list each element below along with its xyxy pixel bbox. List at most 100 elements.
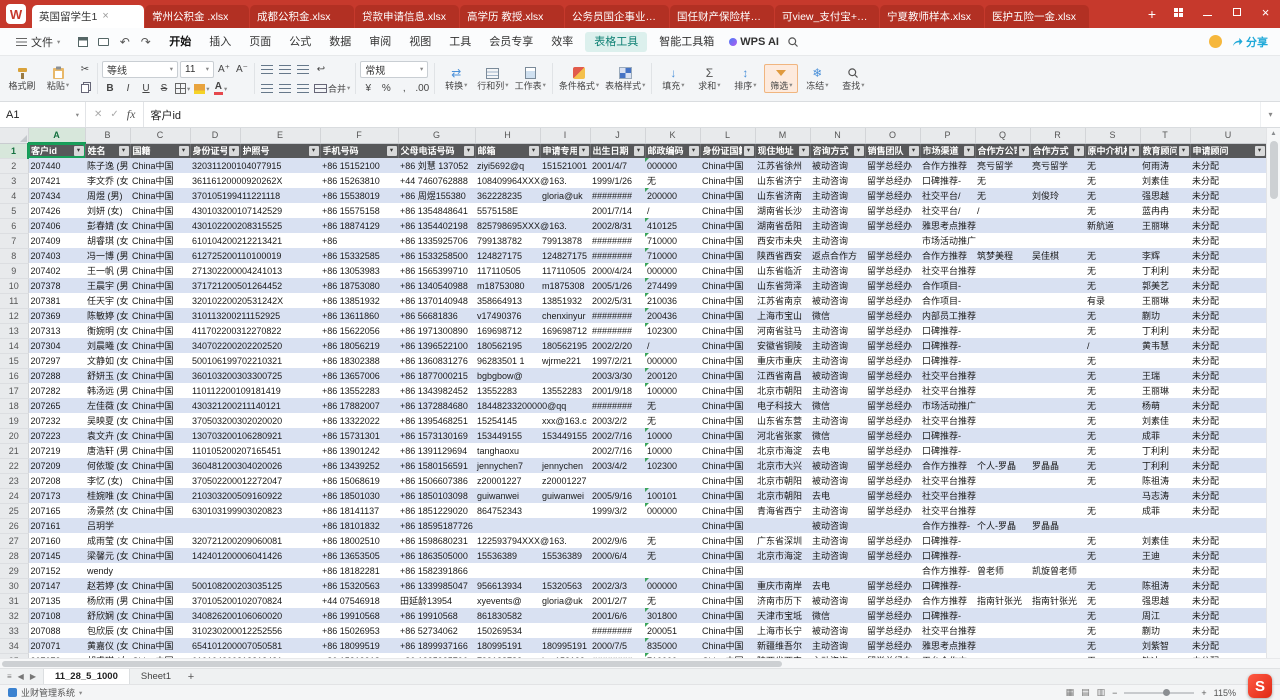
cell[interactable]: 留学总经办 xyxy=(865,173,920,188)
cell[interactable] xyxy=(975,503,1030,518)
cell[interactable]: 无 xyxy=(1085,278,1140,293)
cell[interactable]: 无 xyxy=(1085,173,1140,188)
close-button[interactable]: × xyxy=(1251,0,1280,24)
row-header-9[interactable]: 9 xyxy=(0,263,28,278)
cell[interactable] xyxy=(1030,173,1085,188)
cell[interactable] xyxy=(190,518,240,533)
cell[interactable]: +86 18099519 xyxy=(320,638,398,653)
cell[interactable]: ######## xyxy=(590,323,645,338)
font-size-select[interactable]: 11▾ xyxy=(180,61,214,78)
cell[interactable]: 无 xyxy=(645,593,700,608)
cell[interactable]: ######## xyxy=(590,308,645,323)
cell[interactable]: +86 1360831276 xyxy=(398,353,475,368)
align-bottom-button[interactable] xyxy=(295,61,311,77)
cell[interactable] xyxy=(975,308,1030,323)
cell[interactable]: 207369 xyxy=(28,308,85,323)
redo-button[interactable]: ↷ xyxy=(137,33,154,50)
cell[interactable]: 平台合作方 xyxy=(920,653,975,658)
cell[interactable]: 未分配 xyxy=(1190,488,1266,503)
row-header-24[interactable]: 24 xyxy=(0,488,28,503)
cell[interactable]: 赵若婷 (女 xyxy=(85,578,130,593)
cell[interactable]: 留学总经办 xyxy=(865,608,920,623)
cell[interactable] xyxy=(865,233,920,248)
cell[interactable]: +86 18302388 xyxy=(320,353,398,368)
cell[interactable]: 710000 xyxy=(645,233,700,248)
cell[interactable]: China中国 xyxy=(130,158,190,173)
paste-button[interactable]: 粘贴▾ xyxy=(41,65,75,92)
cell[interactable]: 留学总经办 xyxy=(865,308,920,323)
cell[interactable] xyxy=(975,428,1030,443)
name-box[interactable]: A1 ▾ xyxy=(0,102,86,127)
cell[interactable]: +86 18595187726 xyxy=(398,518,475,533)
merge-cells-button[interactable]: 合并▾ xyxy=(313,80,351,96)
cell[interactable]: 筑梦美程 xyxy=(975,248,1030,263)
fill-button[interactable]: ↓ 填充▾ xyxy=(656,65,690,92)
cell[interactable]: 207406 xyxy=(28,218,85,233)
column-header-A[interactable]: A xyxy=(28,128,85,143)
cell[interactable]: 被动咨询 xyxy=(810,158,865,173)
cell[interactable]: 无 xyxy=(1085,398,1140,413)
cell[interactable]: +86 13901242 xyxy=(320,443,398,458)
cell[interactable]: 吴映夏 (女 xyxy=(85,413,130,428)
file-menu-button[interactable]: 文件 ▾ xyxy=(8,34,68,50)
cell[interactable]: 左佳薇 (女 xyxy=(85,398,130,413)
cell[interactable]: China中国 xyxy=(700,173,755,188)
cell[interactable]: +86 xyxy=(320,233,398,248)
filter-icon[interactable]: ▾ xyxy=(909,146,919,156)
cell[interactable]: 胡睿琪 (女 xyxy=(85,233,130,248)
filter-icon[interactable]: ▾ xyxy=(309,146,319,156)
document-tab[interactable]: 成都公积金.xlsx xyxy=(250,5,354,28)
header-cell[interactable]: 现住地址▾ xyxy=(755,143,810,158)
cell[interactable]: 口碑推荐- xyxy=(920,443,975,458)
cell[interactable]: 留学总经办 xyxy=(865,368,920,383)
fill-color-button[interactable]: ▾ xyxy=(193,81,210,97)
cell[interactable]: China中国 xyxy=(700,593,755,608)
cell[interactable] xyxy=(1140,233,1190,248)
cell[interactable]: 桂婉唯 (女 xyxy=(85,488,130,503)
cell[interactable]: 207265 xyxy=(28,398,85,413)
cell[interactable]: +86 13851932 xyxy=(320,293,398,308)
cell[interactable]: 社交平台推荐 xyxy=(920,383,975,398)
cell[interactable]: 王晨宇 (男 xyxy=(85,278,130,293)
row-header-19[interactable]: 19 xyxy=(0,413,28,428)
cell[interactable]: 2001/6/6 xyxy=(590,608,645,623)
cell[interactable]: 留学总经办 xyxy=(865,323,920,338)
cell[interactable]: 合作方推荐- xyxy=(920,563,975,578)
cell[interactable]: 2001/2/7 xyxy=(590,593,645,608)
cell[interactable]: +86 13611860 xyxy=(320,308,398,323)
cell[interactable]: China中国 xyxy=(130,188,190,203)
cell[interactable]: China中国 xyxy=(700,503,755,518)
cell[interactable] xyxy=(975,233,1030,248)
cell[interactable]: 陕西省西安 xyxy=(755,248,810,263)
cell[interactable]: 亮亏留学 xyxy=(975,158,1030,173)
row-header-15[interactable]: 15 xyxy=(0,353,28,368)
cell[interactable]: +86 1877000215 xyxy=(398,368,475,383)
cell[interactable]: 冯一博 (男 xyxy=(85,248,130,263)
cell[interactable]: +86 1851229020 xyxy=(398,503,475,518)
cell[interactable]: China中国 xyxy=(130,173,190,188)
cell[interactable]: ######## xyxy=(590,398,645,413)
menu-item[interactable]: 效率 xyxy=(542,29,582,55)
cell[interactable] xyxy=(540,368,590,383)
cell[interactable] xyxy=(1030,638,1085,653)
cell[interactable]: 100101 xyxy=(645,488,700,503)
cell[interactable]: 未分配 xyxy=(1190,398,1266,413)
cell[interactable] xyxy=(590,563,645,578)
cell[interactable]: +86 1573130169 xyxy=(398,428,475,443)
cell[interactable]: 2000/7/5 xyxy=(590,638,645,653)
cell[interactable]: 956613934 xyxy=(475,578,540,593)
cell[interactable]: 未分配 xyxy=(1190,248,1266,263)
header-cell[interactable]: 国籍▾ xyxy=(130,143,190,158)
menu-item[interactable]: 表格工具 xyxy=(585,32,647,52)
filter-icon[interactable]: ▾ xyxy=(179,146,189,156)
cell[interactable]: 无 xyxy=(1085,593,1140,608)
cell[interactable]: +86 刘慧 137052 xyxy=(398,158,475,173)
cell[interactable]: 271302200004241013 xyxy=(190,263,240,278)
cell[interactable]: 内部员工推荐 xyxy=(920,308,975,323)
document-tab[interactable]: 贷款申请信息.xlsx xyxy=(355,5,459,28)
row-header-22[interactable]: 22 xyxy=(0,458,28,473)
cell[interactable]: bgbgbow@ xyxy=(475,368,540,383)
cell[interactable]: China中国 xyxy=(700,428,755,443)
cell[interactable]: 无 xyxy=(645,173,700,188)
cell[interactable]: 郭美艺 xyxy=(1140,278,1190,293)
